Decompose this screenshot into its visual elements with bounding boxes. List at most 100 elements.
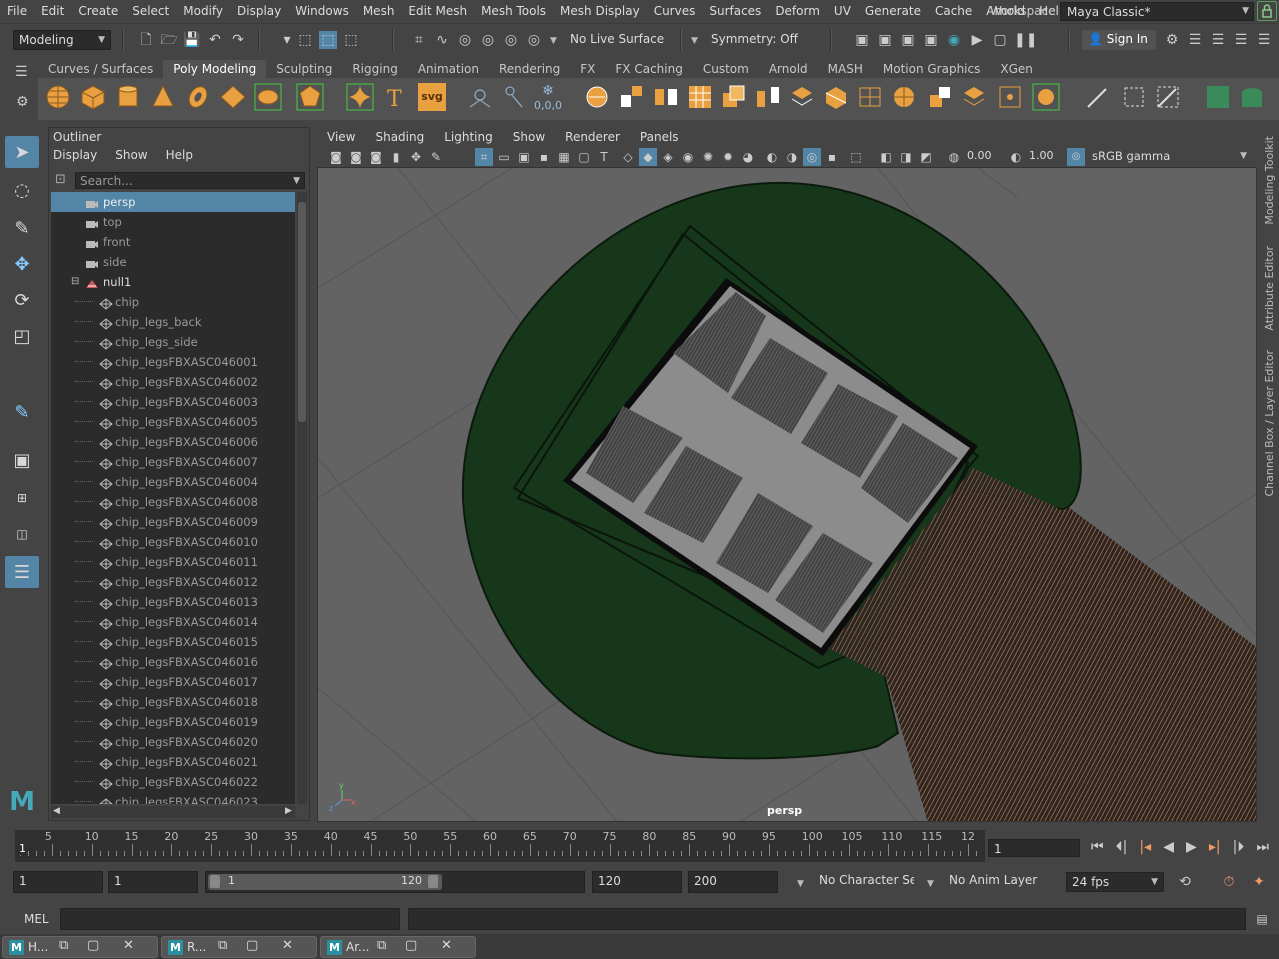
mel-label[interactable]: MEL bbox=[24, 912, 49, 926]
xray-joints-icon[interactable]: ◧ bbox=[877, 148, 895, 166]
ipr-render-icon[interactable]: ▣ bbox=[899, 31, 917, 49]
save-scene-icon[interactable]: 💾 bbox=[183, 31, 201, 49]
step-forward-key-icon[interactable]: |⏵ bbox=[1233, 839, 1245, 855]
outliner-item[interactable]: chip_legsFBXASC046009 bbox=[51, 512, 295, 532]
viewport-menu-show[interactable]: Show bbox=[503, 130, 555, 144]
taskbar-window-1[interactable]: M H... ⧉ ▢ ✕ bbox=[2, 936, 158, 958]
exposure-field[interactable]: 0.00 bbox=[964, 149, 998, 165]
outliner-item[interactable]: chip_legsFBXASC046019 bbox=[51, 712, 295, 732]
current-frame-field[interactable]: 1 bbox=[988, 839, 1080, 857]
select-component-icon[interactable]: ⬚ bbox=[342, 31, 360, 49]
outliner-item[interactable]: top bbox=[51, 212, 295, 232]
chevron-down-icon[interactable]: ▼ bbox=[927, 879, 934, 889]
outliner-item[interactable]: chip_legsFBXASC046016 bbox=[51, 652, 295, 672]
outliner-item[interactable]: chip_legsFBXASC046012 bbox=[51, 572, 295, 592]
time-slider[interactable]: 5 10 15 20 25 30 35 40 45 50 55 60 65 70 75 80 85 90 95 100… bbox=[15, 830, 985, 862]
grid-icon[interactable]: ⌗ bbox=[475, 148, 493, 166]
move-tool-icon[interactable]: ✥ bbox=[5, 248, 39, 280]
motion-blur-icon[interactable]: ◐ bbox=[763, 148, 781, 166]
outliner-item[interactable]: chip_legsFBXASC046010 bbox=[51, 532, 295, 552]
outliner-item[interactable]: chip_legsFBXASC046003 bbox=[51, 392, 295, 412]
gate-mask-icon[interactable]: ▪ bbox=[535, 148, 553, 166]
outliner-item[interactable]: chip_legsFBXASC046013 bbox=[51, 592, 295, 612]
outliner-item[interactable]: chip_legsFBXASC046007 bbox=[51, 452, 295, 472]
outliner-item[interactable]: chip_legsFBXASC046014 bbox=[51, 612, 295, 632]
single-view-icon[interactable]: ▣ bbox=[5, 444, 39, 476]
fps-dropdown[interactable]: 24 fps ▼ bbox=[1066, 872, 1164, 892]
maximize-icon[interactable]: ▢ bbox=[246, 938, 258, 953]
current-time-marker[interactable]: 1 bbox=[19, 842, 26, 855]
filter-icon[interactable]: ▾ bbox=[278, 31, 296, 49]
super-shape-icon[interactable] bbox=[346, 83, 374, 111]
select-hierarchy-icon[interactable]: ⬚ bbox=[296, 31, 314, 49]
outliner-horizontal-scrollbar[interactable]: ◀ ▶ bbox=[51, 806, 295, 818]
depth-of-field-icon[interactable]: ◎ bbox=[803, 148, 821, 166]
image-plane-icon[interactable]: ▮ bbox=[387, 148, 405, 166]
anim-layer-dropdown[interactable]: No Anim Layer bbox=[944, 871, 1044, 893]
smooth-shade-icon[interactable]: ◆ bbox=[639, 148, 657, 166]
outliner-item[interactable]: chip_legsFBXASC046002 bbox=[51, 372, 295, 392]
two-view-icon[interactable]: ◫ bbox=[5, 518, 39, 550]
chevron-down-icon[interactable]: ▼ bbox=[550, 36, 557, 46]
live-surface-field[interactable]: No Live Surface bbox=[565, 30, 678, 50]
textured-icon[interactable]: ◉ bbox=[679, 148, 697, 166]
menu-deform[interactable]: Deform bbox=[768, 4, 827, 18]
tab-channel-box[interactable]: Channel Box / Layer Editor bbox=[1263, 350, 1276, 497]
menu-edit-mesh[interactable]: Edit Mesh bbox=[401, 4, 474, 18]
poly-cone-icon[interactable] bbox=[149, 83, 177, 111]
outliner-item[interactable]: ⊟ null1 bbox=[51, 272, 295, 292]
snap-curve-icon[interactable]: ∿ bbox=[433, 31, 451, 49]
open-scene-icon[interactable]: 🗁 bbox=[160, 31, 178, 49]
taskbar-window-3[interactable]: M Ar... ⧉ ▢ ✕ bbox=[320, 936, 476, 958]
restore-icon[interactable]: ⧉ bbox=[377, 938, 386, 953]
animation-preferences-icon[interactable]: ✦ bbox=[1250, 873, 1268, 891]
workspace-dropdown[interactable]: Maya Classic* ▼ bbox=[1060, 2, 1254, 21]
mode-dropdown[interactable]: Modeling ▼ bbox=[13, 30, 111, 50]
symmetry-field[interactable]: Symmetry: Off bbox=[706, 30, 804, 50]
sweep-mesh-icon[interactable] bbox=[466, 83, 494, 111]
character-set-dropdown[interactable]: No Character Set bbox=[814, 871, 914, 893]
select-tool-icon[interactable]: ➤ bbox=[5, 136, 39, 168]
outliner-item[interactable]: chip_legs_back bbox=[51, 312, 295, 332]
measure-tool-icon[interactable] bbox=[500, 83, 528, 111]
viewport-menu-shading[interactable]: Shading bbox=[365, 130, 434, 144]
render-frame-icon[interactable]: ▣ bbox=[853, 31, 871, 49]
outliner-layout-icon[interactable]: ☰ bbox=[5, 556, 39, 588]
safe-title-icon[interactable]: T bbox=[595, 148, 613, 166]
menu-mesh-display[interactable]: Mesh Display bbox=[553, 4, 647, 18]
outliner-item[interactable]: chip_legsFBXASC046023 bbox=[51, 792, 295, 804]
attribute-editor-icon[interactable]: ☰ bbox=[1186, 31, 1204, 49]
anti-aliasing-icon[interactable]: ◑ bbox=[783, 148, 801, 166]
outliner-item[interactable]: chip_legsFBXASC046011 bbox=[51, 552, 295, 572]
bridge-icon[interactable] bbox=[754, 83, 782, 111]
poly-cube-icon[interactable] bbox=[79, 83, 107, 111]
outliner-item[interactable]: persp bbox=[51, 192, 295, 212]
menu-windows[interactable]: Windows bbox=[288, 4, 356, 18]
range-handle-start[interactable] bbox=[210, 875, 220, 888]
paint-select-icon[interactable]: ✎ bbox=[5, 212, 39, 244]
rotate-tool-icon[interactable]: ⟳ bbox=[5, 284, 39, 316]
scene-end-field[interactable]: 200 bbox=[688, 871, 778, 893]
prev-key-icon[interactable]: |◂ bbox=[1139, 839, 1151, 855]
extrude-icon[interactable] bbox=[720, 83, 748, 111]
snap-live-icon[interactable]: ◎ bbox=[525, 31, 543, 49]
outliner-menu-display[interactable]: Display bbox=[53, 148, 97, 162]
range-slider-bar[interactable]: 1 120 bbox=[208, 874, 442, 890]
undo-icon[interactable]: ↶ bbox=[206, 31, 224, 49]
exposure-icon[interactable]: ◍ bbox=[945, 148, 963, 166]
shelf-tab-motion-graphics[interactable]: Motion Graphics bbox=[873, 60, 991, 78]
poly-plane-icon[interactable] bbox=[219, 83, 247, 111]
grease-pencil-icon[interactable]: ✎ bbox=[427, 148, 445, 166]
multi-cut-icon[interactable] bbox=[822, 83, 850, 111]
play-backward-icon[interactable]: ◀ bbox=[1163, 839, 1174, 855]
render-settings-icon[interactable]: ▣ bbox=[922, 31, 940, 49]
modeling-toolkit-icon[interactable]: ⚙ bbox=[1163, 31, 1181, 49]
target-weld-icon[interactable] bbox=[890, 83, 918, 111]
camera-select-icon[interactable]: ◙ bbox=[327, 148, 345, 166]
wireframe-icon[interactable]: ◇ bbox=[619, 148, 637, 166]
xray-components-icon[interactable]: ◨ bbox=[897, 148, 915, 166]
field-chart-icon[interactable]: ▦ bbox=[555, 148, 573, 166]
taskbar-window-2[interactable]: M R... ⧉ ▢ ✕ bbox=[161, 936, 317, 958]
outliner-item[interactable]: chip bbox=[51, 292, 295, 312]
ambient-occlusion-icon[interactable]: ◕ bbox=[739, 148, 757, 166]
